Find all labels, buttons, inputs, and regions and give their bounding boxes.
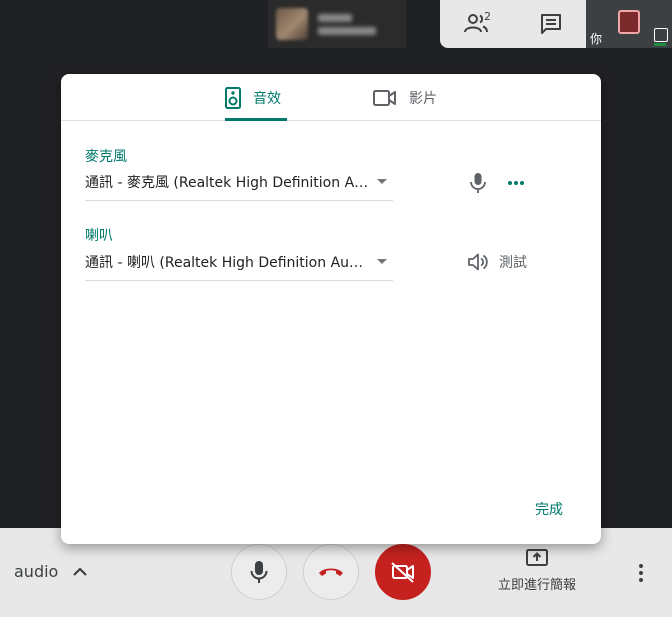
tab-video-label: 影片	[409, 90, 437, 107]
chevron-up-icon[interactable]	[70, 562, 90, 582]
chat-button[interactable]	[514, 0, 588, 48]
volume-icon	[468, 253, 488, 271]
video-camera-icon	[373, 89, 396, 106]
meeting-details-label[interactable]: audio	[14, 562, 58, 581]
participant-avatar	[276, 8, 308, 40]
present-now-button[interactable]: 立即進行簡報	[492, 548, 582, 598]
present-now-label: 立即進行簡報	[497, 578, 576, 593]
participant-tile[interactable]	[268, 0, 406, 48]
speaker-select-value: 通訊 - 喇叭 (Realtek High Definition Audio)	[85, 255, 371, 271]
camera-toggle-button[interactable]	[375, 544, 431, 600]
speaker-test-label: 測試	[499, 255, 527, 271]
done-button[interactable]: 完成	[531, 498, 567, 520]
more-options-button[interactable]	[630, 558, 652, 588]
active-tab-indicator	[225, 118, 287, 121]
chat-icon	[541, 14, 561, 34]
speaker-icon	[225, 86, 241, 109]
speaker-select[interactable]: 通訊 - 喇叭 (Realtek High Definition Audio)	[85, 253, 393, 281]
more-vert-icon	[639, 564, 643, 582]
self-view-label: 你	[590, 32, 603, 46]
participant-name-redacted	[318, 13, 376, 35]
dropdown-arrow-icon	[377, 179, 387, 184]
self-view-tile[interactable]: 你	[586, 0, 672, 48]
tab-video[interactable]: 影片	[373, 74, 437, 121]
microphone-section-label: 麥克風	[85, 149, 127, 165]
self-audio-indicator	[654, 43, 666, 46]
speaker-section-label: 喇叭	[85, 228, 113, 244]
tab-audio-label: 音效	[253, 90, 281, 107]
pin-self-icon[interactable]	[654, 28, 668, 42]
microphone-select[interactable]: 通訊 - 麥克風 (Realtek High Definition Audio)	[85, 173, 393, 201]
dropdown-arrow-icon	[377, 259, 387, 264]
tab-audio[interactable]: 音效	[225, 74, 287, 121]
present-screen-icon	[526, 549, 548, 566]
microphone-more-options-button[interactable]	[505, 173, 527, 193]
hang-up-button[interactable]	[303, 544, 359, 600]
people-button[interactable]: 2	[440, 0, 514, 48]
more-horiz-icon	[508, 181, 524, 185]
microphone-icon	[250, 561, 268, 583]
settings-dialog: 音效 影片 麥克風 通訊 - 麥克風 (Realtek High Definit…	[61, 74, 601, 544]
microphone-toggle-button[interactable]	[231, 544, 287, 600]
speaker-test-button[interactable]: 測試	[467, 252, 527, 272]
self-avatar	[618, 10, 640, 34]
microphone-select-value: 通訊 - 麥克風 (Realtek High Definition Audio)	[85, 175, 371, 191]
microphone-level-icon	[470, 173, 486, 193]
video-off-icon	[391, 562, 414, 583]
people-count: 2	[484, 10, 491, 23]
phone-hangup-icon	[319, 568, 343, 576]
settings-tabs: 音效 影片	[61, 74, 601, 121]
